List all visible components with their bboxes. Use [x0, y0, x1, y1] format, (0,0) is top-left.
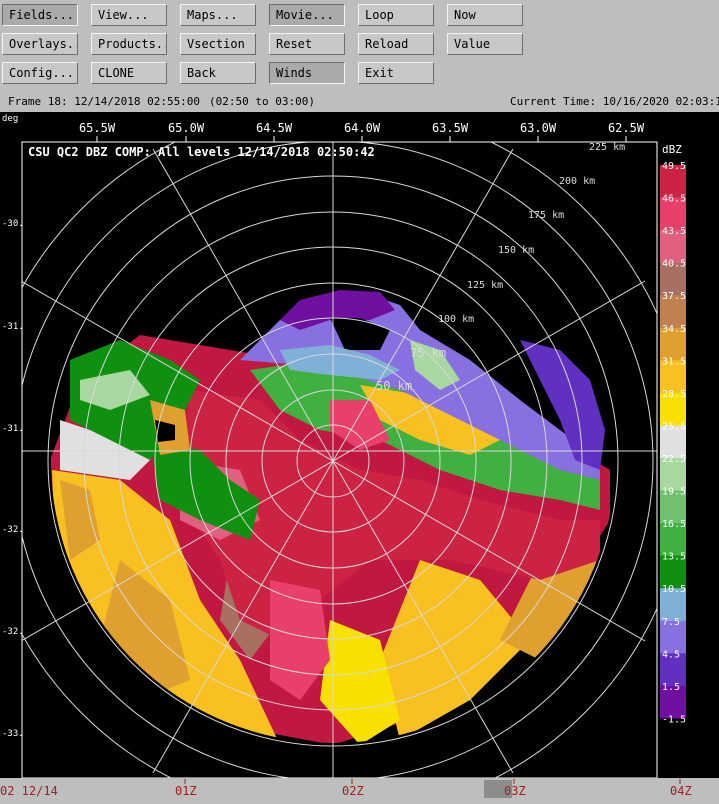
- lon-label: 63.5W: [432, 121, 469, 135]
- colorscale-label: 25.5: [662, 421, 686, 432]
- colorscale-label: 49.5: [662, 161, 686, 172]
- color-scale: dBZ 49.5 46.5 43.5 40.5 37.5 34.5 31.5 28.5 25.5…: [660, 143, 686, 752]
- current-time: Current Time: 10/16/2020 02:03:16: [510, 95, 719, 108]
- status-bar: Frame 18: 12/14/2018 02:55:00 (02:50 to …: [0, 92, 719, 112]
- colorscale-label: 22.5: [662, 454, 686, 465]
- colorscale-label: 19.5: [662, 487, 686, 498]
- config-button[interactable]: Config...: [2, 62, 78, 84]
- now-button[interactable]: Now: [447, 4, 523, 26]
- colorscale-label: 10.5: [662, 584, 686, 595]
- lon-label: 64.0W: [344, 121, 381, 135]
- timebar-label: 02Z: [342, 784, 364, 798]
- frame-info: Frame 18: 12/14/2018 02:55:00: [8, 95, 201, 108]
- radar-plot[interactable]: 50 km 75 km 100 km 125 km 150 km 175 km …: [0, 112, 690, 800]
- timebar-label: 02 12/14: [0, 784, 58, 798]
- colorscale-label: 37.5: [662, 291, 686, 302]
- range-label: 200 km: [559, 176, 595, 187]
- reload-button[interactable]: Reload: [358, 33, 434, 55]
- range-label: 225 km: [589, 142, 625, 153]
- toolbar: Fields... View... Maps... Movie... Loop …: [0, 0, 719, 92]
- range-label: 125 km: [467, 280, 503, 291]
- winds-button[interactable]: Winds: [269, 62, 345, 84]
- colorscale-label: 46.5: [662, 194, 686, 205]
- colorscale-label: 4.5: [662, 649, 680, 660]
- loop-button[interactable]: Loop: [358, 4, 434, 26]
- colorscale-label: 31.5: [662, 356, 686, 367]
- time-bar[interactable]: 02 12/14 01Z 02Z 03Z 04Z: [0, 778, 719, 800]
- colorscale-label: 43.5: [662, 226, 686, 237]
- colorscale-label: 7.5: [662, 617, 680, 628]
- colorscale-label: 34.5: [662, 324, 686, 335]
- colorscale-label: 16.5: [662, 519, 686, 530]
- frame-range: (02:50 to 03:00): [209, 95, 315, 108]
- colorscale-unit: dBZ: [662, 143, 682, 156]
- lon-label: 65.0W: [168, 121, 205, 135]
- exit-button[interactable]: Exit: [358, 62, 434, 84]
- products-button[interactable]: Products...: [91, 33, 167, 55]
- view-button[interactable]: View...: [91, 4, 167, 26]
- clone-button[interactable]: CLONE: [91, 62, 167, 84]
- timebar-label: 01Z: [175, 784, 197, 798]
- deg-label: deg: [2, 114, 18, 124]
- overlays-button[interactable]: Overlays...: [2, 33, 78, 55]
- colorscale-label: 1.5: [662, 682, 680, 693]
- back-button[interactable]: Back: [180, 62, 256, 84]
- reset-button[interactable]: Reset: [269, 33, 345, 55]
- range-label: 100 km: [438, 314, 474, 325]
- colorscale-label: 13.5: [662, 552, 686, 563]
- colorscale-label: -1.5: [662, 714, 686, 725]
- lon-label: 62.5W: [608, 121, 645, 135]
- lon-label: 65.5W: [79, 121, 116, 135]
- lon-label: 64.5W: [256, 121, 293, 135]
- range-label: 175 km: [528, 210, 564, 221]
- colorscale-label: 40.5: [662, 259, 686, 270]
- value-button[interactable]: Value: [447, 33, 523, 55]
- maps-button[interactable]: Maps...: [180, 4, 256, 26]
- range-label: 150 km: [498, 245, 534, 256]
- range-label: 50 km: [376, 379, 412, 393]
- lon-label: 63.0W: [520, 121, 557, 135]
- radar-display[interactable]: deg 65.5W 65.0W 64.5W 64.0W 63.5W 63.0W …: [0, 112, 719, 800]
- fields-button[interactable]: Fields...: [2, 4, 78, 26]
- colorscale-label: 28.5: [662, 389, 686, 400]
- movie-button[interactable]: Movie...: [269, 4, 345, 26]
- display-title: CSU QC2 DBZ COMP: All levels 12/14/2018 …: [28, 145, 375, 159]
- timebar-label: 04Z: [670, 784, 692, 798]
- timebar-label: 03Z: [504, 784, 526, 798]
- vsection-button[interactable]: Vsection: [180, 33, 256, 55]
- range-label: 75 km: [410, 346, 446, 360]
